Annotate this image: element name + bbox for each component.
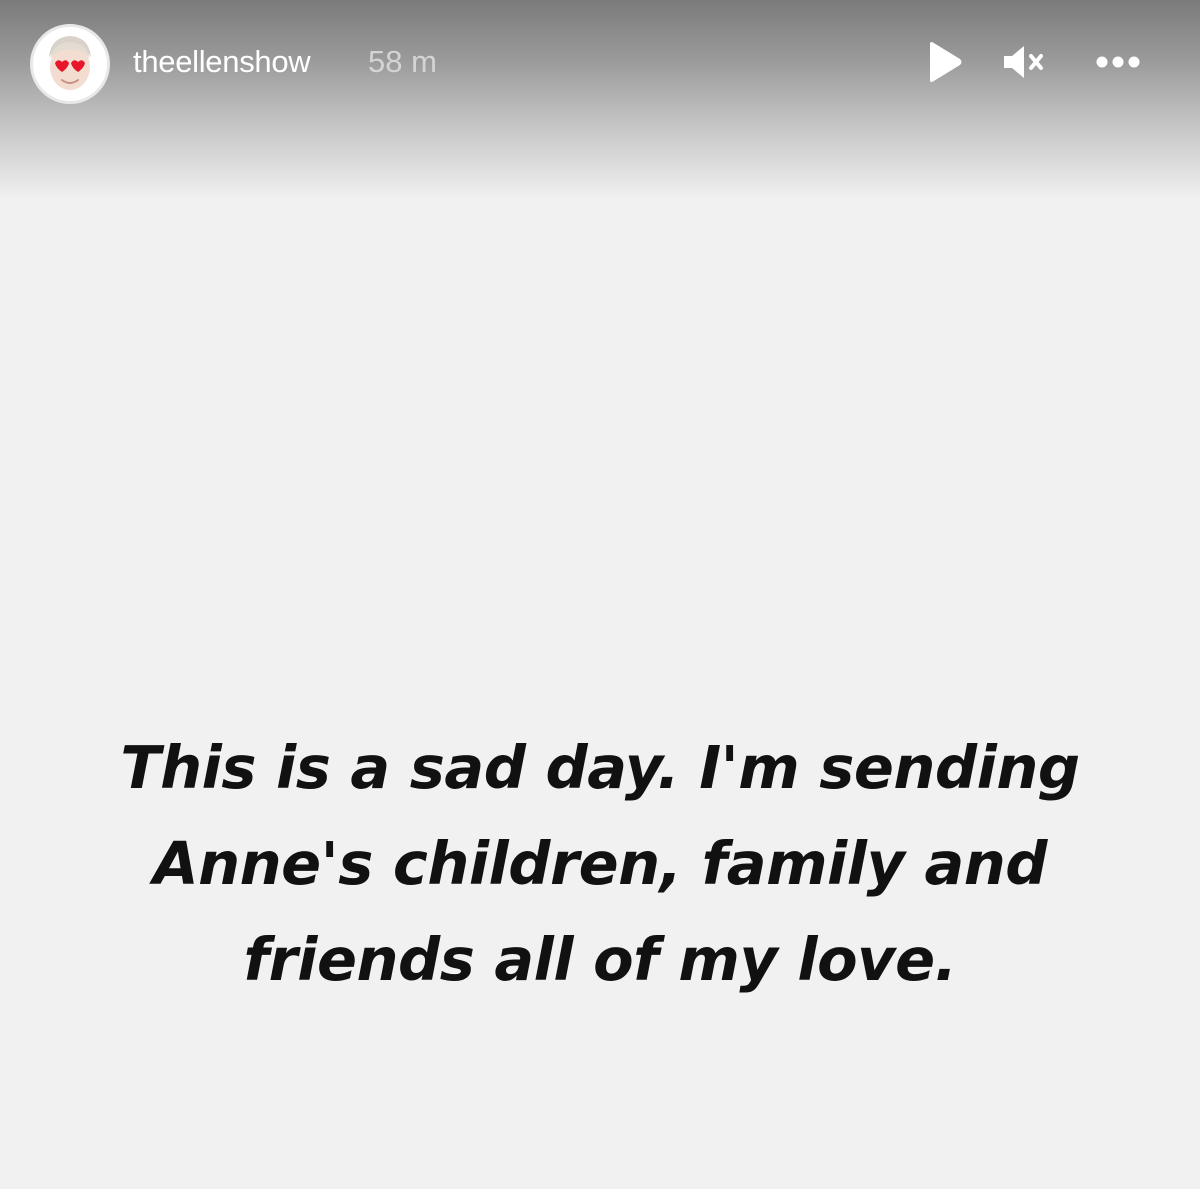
avatar-illustration bbox=[33, 27, 107, 101]
more-options-icon bbox=[1096, 56, 1140, 68]
more-options-button[interactable] bbox=[1090, 38, 1146, 86]
play-button[interactable] bbox=[920, 38, 968, 86]
story-timestamp: 58 m bbox=[368, 44, 437, 79]
story-username[interactable]: theellenshow bbox=[133, 44, 311, 80]
mute-button[interactable] bbox=[998, 38, 1050, 86]
story-viewer: theellenshow 58 m This is a sad day. I'm… bbox=[0, 0, 1200, 1189]
play-icon bbox=[930, 42, 962, 82]
muted-speaker-icon bbox=[1004, 46, 1043, 78]
avatar[interactable] bbox=[30, 24, 110, 104]
story-header: theellenshow 58 m bbox=[0, 0, 1200, 130]
story-text: This is a sad day. I'm sending Anne's ch… bbox=[120, 733, 1080, 994]
